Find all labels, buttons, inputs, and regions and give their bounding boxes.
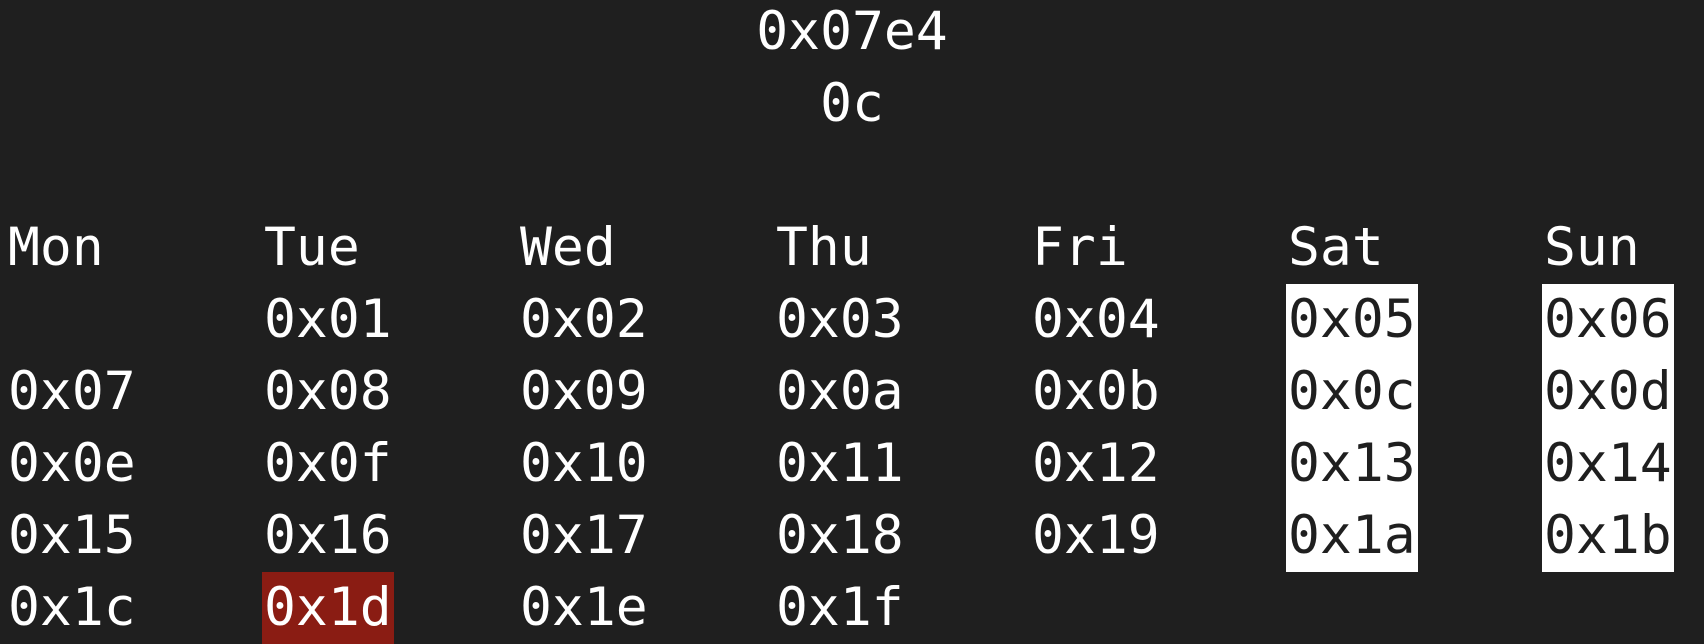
calendar-day-weekend[interactable]: 0x14: [1542, 428, 1674, 500]
month-header: 0c: [820, 73, 884, 134]
calendar-day-weekend[interactable]: 0x1b: [1542, 500, 1674, 572]
weekday-header: Wed: [520, 217, 616, 278]
calendar-day[interactable]: 0x0f: [262, 428, 394, 500]
calendar-day[interactable]: 0x19: [1030, 500, 1162, 572]
weekday-header: Fri: [1032, 217, 1128, 278]
calendar-day[interactable]: 0x03: [774, 284, 906, 356]
calendar-day[interactable]: 0x04: [1030, 284, 1162, 356]
calendar-day[interactable]: 0x0a: [774, 356, 906, 428]
calendar-day[interactable]: 0x07: [6, 356, 138, 428]
calendar-day[interactable]: 0x0e: [6, 428, 138, 500]
calendar-day[interactable]: 0x08: [262, 356, 394, 428]
calendar-day[interactable]: 0x1c: [6, 572, 138, 644]
calendar-day-weekend[interactable]: 0x0d: [1542, 356, 1674, 428]
calendar-day[interactable]: 0x1f: [774, 572, 906, 644]
calendar-day[interactable]: 0x01: [262, 284, 394, 356]
year-header: 0x07e4: [756, 1, 948, 62]
calendar-day[interactable]: 0x10: [518, 428, 650, 500]
calendar-day[interactable]: 0x18: [774, 500, 906, 572]
calendar-day-weekend[interactable]: 0x1a: [1286, 500, 1418, 572]
calendar-day[interactable]: 0x11: [774, 428, 906, 500]
calendar-day[interactable]: 0x0b: [1030, 356, 1162, 428]
calendar-day[interactable]: 0x15: [6, 500, 138, 572]
weekday-header: Thu: [776, 217, 872, 278]
weekday-header: Sun: [1544, 217, 1640, 278]
calendar-day[interactable]: 0x1e: [518, 572, 650, 644]
calendar-day[interactable]: 0x16: [262, 500, 394, 572]
calendar-day-weekend[interactable]: 0x05: [1286, 284, 1418, 356]
calendar-day-weekend[interactable]: 0x13: [1286, 428, 1418, 500]
weekday-header: Mon: [8, 217, 104, 278]
calendar-day[interactable]: 0x12: [1030, 428, 1162, 500]
calendar-day[interactable]: 0x17: [518, 500, 650, 572]
weekday-header: Tue: [264, 217, 360, 278]
weekday-header: Sat: [1288, 217, 1384, 278]
calendar-day-weekend[interactable]: 0x0c: [1286, 356, 1418, 428]
calendar-day[interactable]: 0x02: [518, 284, 650, 356]
calendar-day-today[interactable]: 0x1d: [262, 572, 394, 644]
calendar-day-weekend[interactable]: 0x06: [1542, 284, 1674, 356]
calendar-day[interactable]: 0x09: [518, 356, 650, 428]
